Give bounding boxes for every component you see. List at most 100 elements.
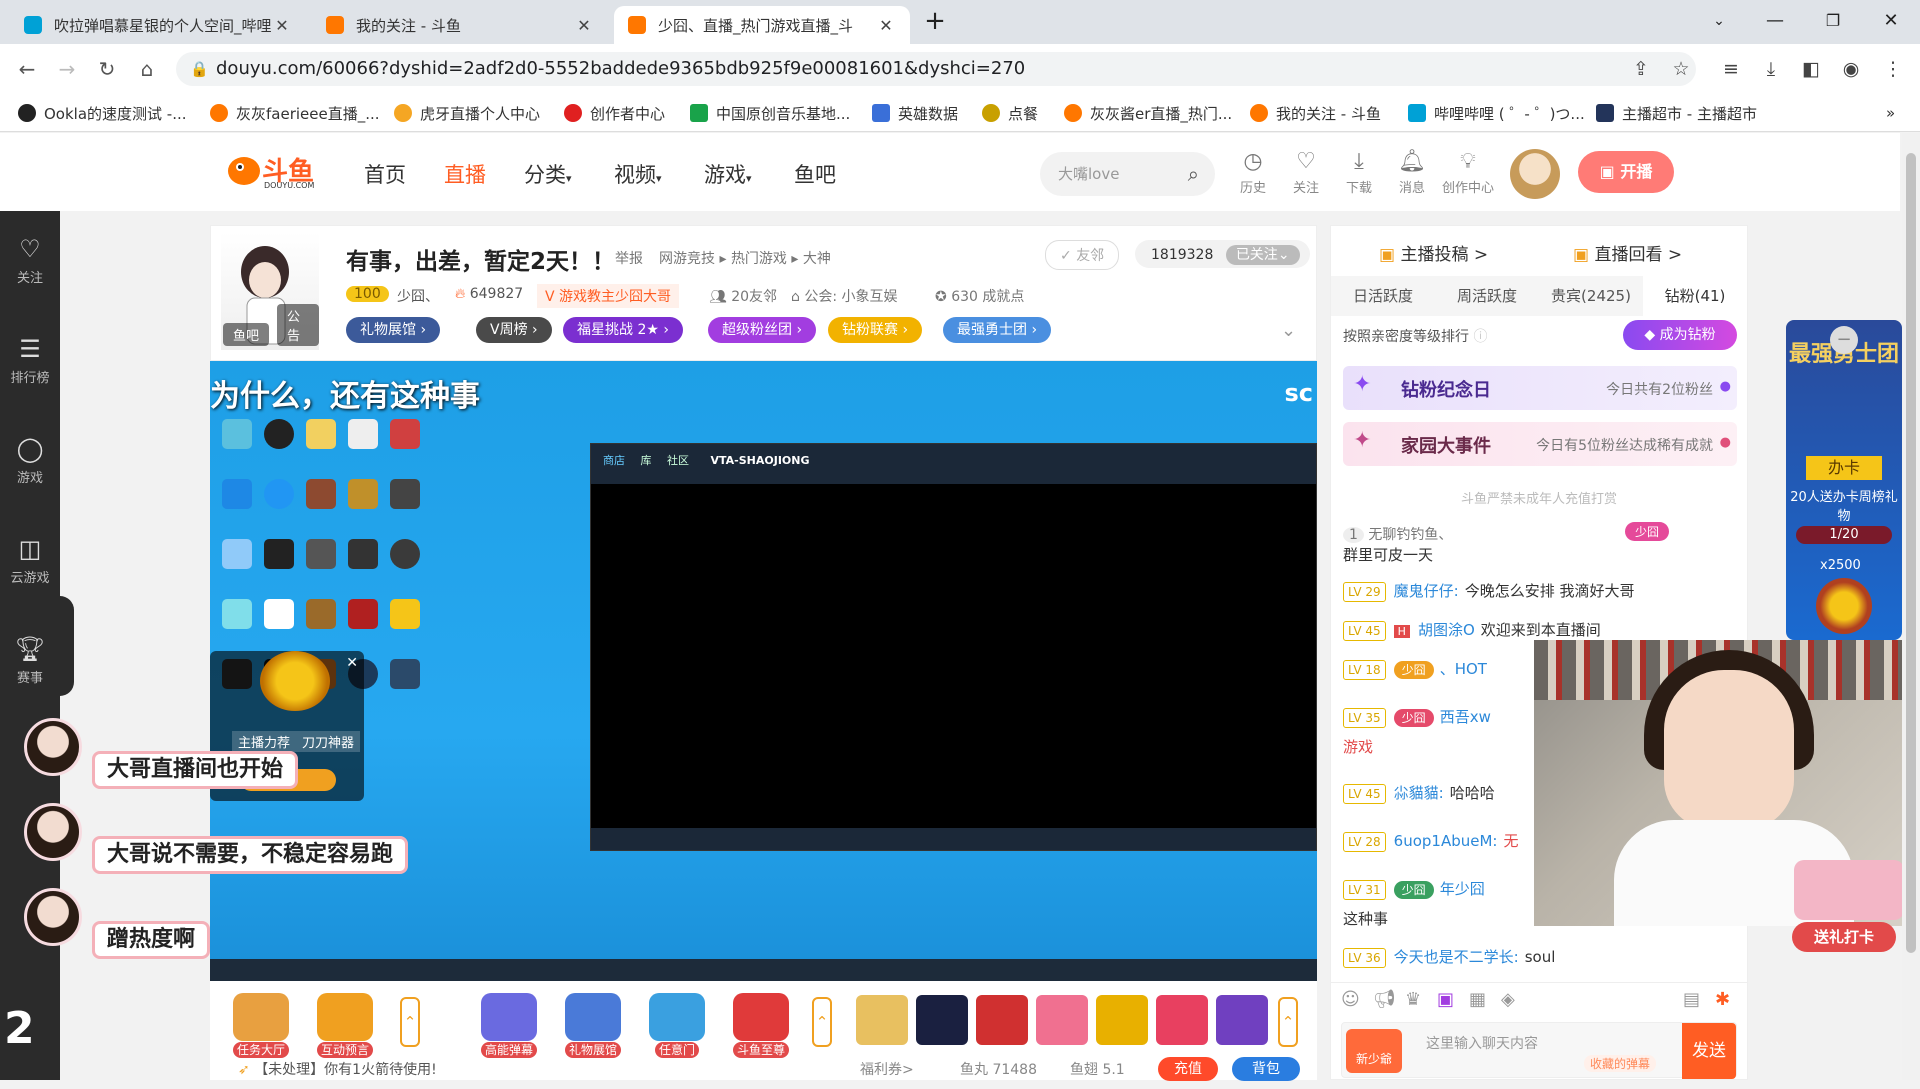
bookmark-item[interactable]: 灰灰faerieee直播_... — [210, 102, 380, 124]
anchor-posts-tab[interactable]: ▣ 主播投稿 > — [1379, 240, 1488, 265]
browser-tab-2[interactable]: 我的关注 - 斗鱼 ✕ — [312, 6, 608, 44]
bookmark-item[interactable]: 虎牙直播个人中心 — [394, 102, 540, 124]
bookmark-item[interactable]: 点餐 — [982, 102, 1038, 124]
close-tab-icon[interactable]: ✕ — [876, 16, 896, 35]
star-icon[interactable]: ☆ — [1668, 56, 1694, 82]
gift-plane-icon[interactable] — [976, 995, 1028, 1045]
chat-username[interactable]: 、HOT — [1440, 660, 1487, 678]
sidebar-item-game[interactable]: ◯ 游戏 — [0, 435, 60, 486]
nav-live[interactable]: 直播 — [444, 159, 486, 189]
search-icon[interactable]: ⌕ — [1188, 152, 1199, 196]
replay-tab[interactable]: ▣ 直播回看 > — [1573, 240, 1682, 265]
new-user-badge[interactable]: 新少爺 — [1346, 1029, 1402, 1073]
bookmark-item[interactable]: 创作者中心 — [564, 102, 665, 124]
share-icon[interactable]: ⇪ — [1628, 56, 1654, 82]
gift-spaceship-icon[interactable] — [916, 995, 968, 1045]
chat-username[interactable]: 尛貓貓: — [1394, 784, 1444, 802]
gift-fun-icon[interactable] — [1156, 995, 1208, 1045]
gift-portal[interactable]: 任意门 — [644, 993, 710, 1058]
history-button[interactable]: ◷ 历史 — [1228, 149, 1278, 196]
gift-chest-icon[interactable] — [1216, 995, 1268, 1045]
url-input[interactable]: 🔒 douyu.com/60066?dyshid=2adf2d0-5552bad… — [176, 52, 1696, 86]
breadcrumb-item[interactable]: 网游竞技 — [659, 251, 715, 267]
nav-fishbar[interactable]: 鱼吧 — [794, 159, 836, 189]
welfare-link[interactable]: 福利券> — [860, 1059, 914, 1079]
settings-icon[interactable]: ✱ — [1715, 989, 1730, 1010]
mode-icon[interactable]: ◈ — [1501, 989, 1515, 1010]
video-player[interactable]: 为什么，还有这种事 sc 商店 库 社区 VTA-SHAOJIONG ✕ 主播力… — [210, 361, 1317, 981]
expand-icon[interactable]: ⌄ — [1281, 320, 1296, 341]
chat-username[interactable]: 胡图涂O — [1418, 621, 1475, 639]
page-scrollbar[interactable] — [1902, 133, 1920, 1080]
sidebar-item-events[interactable]: 🏆︎ 赛事 — [0, 635, 60, 686]
fans-group-tag[interactable]: V 游戏教主少囧大哥 — [537, 284, 680, 308]
nav-category[interactable]: 分类▾ — [524, 159, 572, 189]
report-link[interactable]: 举报 — [615, 248, 643, 268]
send-gift-checkin-button[interactable]: 送礼打卡 — [1792, 922, 1896, 952]
close-tab-icon[interactable]: ✕ — [272, 16, 292, 35]
close-icon[interactable]: ✕ — [346, 655, 358, 671]
breadcrumb-item[interactable]: 大神 — [803, 251, 831, 267]
browser-tab-3[interactable]: 少囧、直播_热门游戏直播_斗 ✕ — [614, 6, 910, 44]
chat-input[interactable]: 新少爺 这里输入聊天内容 收藏的弹幕 发送 — [1341, 1022, 1737, 1079]
rocket-notice[interactable]: ➶ 【未处理】你有1火箭待使用! — [238, 1059, 437, 1079]
badge-super-fans[interactable]: 超级粉丝团 › — [708, 317, 817, 343]
sidebar-item-rank[interactable]: ☰ 排行榜 — [0, 335, 60, 386]
badge-diamond-league[interactable]: 钻粉联赛 › — [828, 317, 923, 343]
scrollbar-thumb[interactable] — [1906, 153, 1916, 953]
followed-button[interactable]: 已关注⌄ — [1225, 245, 1300, 265]
browser-tab-1[interactable]: 吹拉弹唱慕星银的个人空间_哔哩 ✕ — [10, 6, 306, 44]
help-icon[interactable]: ⓘ — [1473, 329, 1487, 345]
filter-icon[interactable]: ▤ — [1683, 989, 1700, 1010]
search-input[interactable]: 大嘴love ⌕ — [1040, 152, 1215, 196]
profile-icon[interactable]: ◉ — [1838, 56, 1864, 82]
nav-video[interactable]: 视频▾ — [614, 159, 662, 189]
rank-first[interactable]: 1 无聊钓钓鱼、 — [1343, 524, 1452, 544]
chat-username[interactable]: 魔鬼仔仔: — [1394, 582, 1459, 600]
back-icon[interactable]: ← — [14, 56, 40, 82]
badge-warrior-team[interactable]: 最强勇士团 › — [943, 317, 1052, 343]
breadcrumb-item[interactable]: 热门游戏 — [731, 251, 787, 267]
chat-username[interactable]: 年少囧 — [1440, 880, 1485, 898]
download-icon[interactable]: ⤓ — [1758, 56, 1784, 82]
bookmark-item[interactable]: 灰灰酱er直播_热门... — [1064, 102, 1232, 124]
gift-icon[interactable]: ▦ — [1469, 989, 1486, 1010]
notice-link[interactable]: 公告 — [277, 304, 319, 346]
gift-box-icon[interactable] — [1036, 995, 1088, 1045]
chat-username[interactable]: 西吾xw — [1440, 708, 1491, 726]
close-tab-icon[interactable]: ✕ — [574, 16, 594, 35]
friend-button[interactable]: ✓ 友邻 — [1045, 240, 1120, 270]
user-avatar[interactable] — [1510, 149, 1560, 199]
bookmark-item[interactable]: Ookla的速度测试 -... — [18, 102, 187, 124]
badge-gift-hall[interactable]: 礼物展馆 › — [346, 317, 441, 343]
badge-lucky-challenge[interactable]: 福星挑战 2★ › — [563, 317, 683, 343]
menu-icon[interactable]: ⋮ — [1880, 56, 1906, 82]
backpack-button[interactable]: 背包 — [1232, 1057, 1300, 1081]
sidepanel-icon[interactable]: ◧ — [1798, 56, 1824, 82]
restore-button[interactable]: ❐ — [1810, 6, 1856, 36]
forward-icon[interactable]: → — [54, 56, 80, 82]
chat-username[interactable]: 今天也是不二学长: — [1394, 948, 1519, 966]
chat-username[interactable]: 6uop1AbueM: — [1394, 832, 1498, 850]
reload-icon[interactable]: ↻ — [94, 56, 120, 82]
anchor-portrait[interactable]: 鱼吧 公告 — [221, 232, 319, 350]
messages-button[interactable]: 🔔︎ 消息 — [1387, 149, 1437, 196]
expand-items-icon[interactable]: ⌃ — [1278, 997, 1298, 1047]
expand-tools-icon[interactable]: ⌃ — [400, 997, 420, 1047]
tab-weekly-activity[interactable]: 周活跃度 — [1435, 276, 1539, 316]
douyu-logo[interactable]: 斗鱼 DOUYU.COM — [226, 151, 326, 193]
gift-gold-icon[interactable] — [1096, 995, 1148, 1045]
nav-game[interactable]: 游戏▾ — [704, 159, 752, 189]
diamond-anniversary-card[interactable]: ✦ 钻粉纪念日 今日共有2位粉丝 ● — [1343, 366, 1737, 410]
recharge-button[interactable]: 充值 — [1158, 1057, 1218, 1081]
sidebar-item-follow[interactable]: ♡ 关注 — [0, 235, 60, 286]
tab-daily-activity[interactable]: 日活跃度 — [1331, 276, 1435, 316]
expand-gifts-icon[interactable]: ⌃ — [812, 997, 832, 1047]
crown-icon[interactable]: ♛ — [1405, 989, 1421, 1010]
creator-center-button[interactable]: 💡︎ 创作中心 — [1440, 149, 1496, 196]
send-button[interactable]: 发送 — [1682, 1023, 1736, 1079]
anchor-name[interactable]: 少囧、 — [397, 286, 439, 306]
bookmark-item[interactable]: 哔哩哔哩 ( ゜- ゜)つ... — [1408, 102, 1585, 124]
new-tab-button[interactable]: + — [912, 6, 958, 36]
close-window-button[interactable]: ✕ — [1868, 6, 1914, 36]
